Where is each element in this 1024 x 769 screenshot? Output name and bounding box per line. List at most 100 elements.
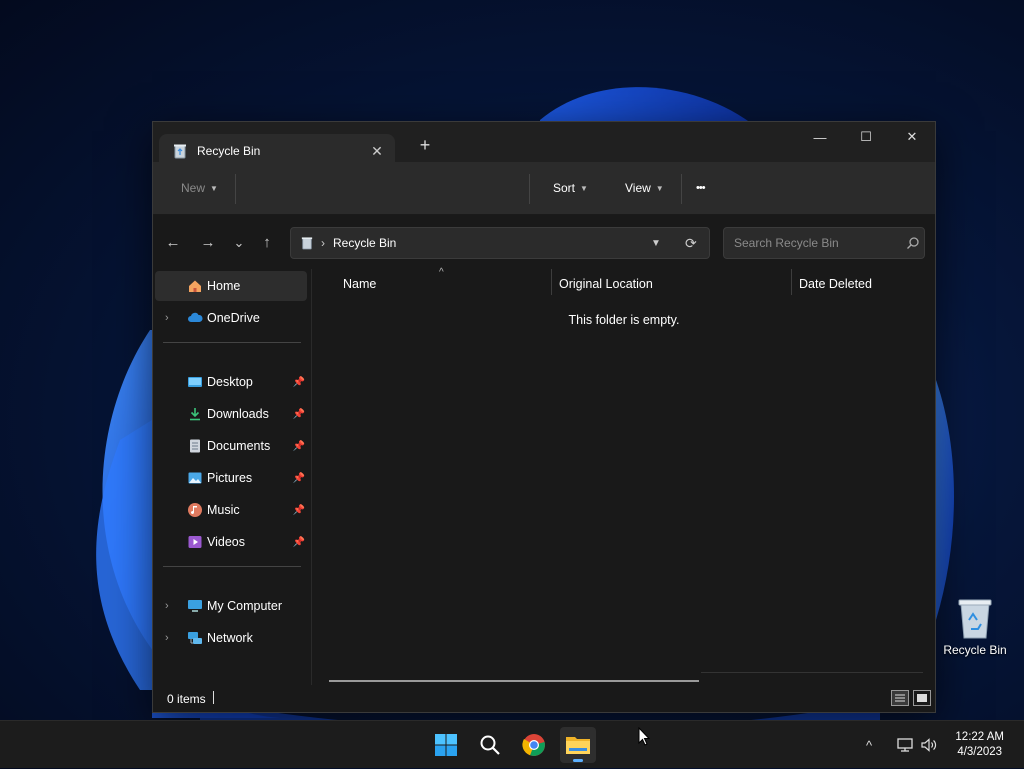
network-icon	[188, 632, 202, 644]
active-app-indicator	[573, 759, 583, 762]
pin-icon: 📌	[292, 408, 305, 420]
scrollbar-track	[701, 672, 923, 673]
column-header-name[interactable]: Name	[343, 277, 376, 291]
taskbar: ^ 12:22 AM 4/3/2023	[0, 720, 1024, 768]
status-divider	[213, 691, 214, 704]
search-box[interactable]	[723, 227, 925, 259]
sidebar-item-label: Documents	[207, 439, 271, 453]
desktop-icon-label: Recycle Bin	[943, 643, 1007, 657]
tab-title: Recycle Bin	[197, 144, 261, 158]
sidebar-item-onedrive[interactable]: › OneDrive	[155, 303, 307, 333]
sidebar-item-desktop[interactable]: Desktop 📌	[155, 367, 307, 397]
empty-folder-message: This folder is empty.	[568, 313, 680, 327]
sidebar-item-documents[interactable]: Documents 📌	[155, 431, 307, 461]
sort-ascending-icon: ^	[439, 267, 444, 278]
sort-button-label: Sort	[553, 181, 576, 195]
sidebar-item-label: Videos	[207, 535, 245, 549]
mouse-pointer-icon	[638, 727, 650, 746]
item-count: 0 items	[167, 692, 206, 706]
list-view-icon	[895, 694, 905, 702]
new-tab-button[interactable]: +	[415, 134, 435, 156]
horizontal-scrollbar[interactable]	[329, 680, 699, 682]
close-button[interactable]: ✕	[889, 122, 935, 152]
command-bar: New ▼ Sort ▼ View ▼ •••	[153, 162, 935, 215]
chevron-right-icon[interactable]: ›	[165, 632, 169, 644]
desktop-icon	[188, 377, 202, 387]
column-divider[interactable]	[551, 269, 552, 295]
column-divider[interactable]	[791, 269, 792, 295]
pin-icon: 📌	[292, 504, 305, 516]
toolbar-divider	[681, 174, 682, 204]
volume-tray-icon[interactable]	[920, 721, 938, 769]
view-button[interactable]: View ▼	[625, 162, 664, 214]
pane-splitter[interactable]	[311, 269, 312, 685]
sidebar-item-downloads[interactable]: Downloads 📌	[155, 399, 307, 429]
maximize-button[interactable]: ☐	[843, 122, 889, 152]
navigation-pane: Home › OneDrive Desktop 📌 Downloads 📌 Do…	[153, 269, 311, 685]
computer-icon	[188, 600, 202, 612]
recent-locations-button[interactable]: ⌄	[229, 233, 249, 253]
title-bar[interactable]: Recycle Bin ✕ + — ☐ ✕	[153, 122, 935, 168]
taskbar-search-button[interactable]	[472, 727, 508, 763]
view-button-label: View	[625, 181, 651, 195]
sidebar-item-home[interactable]: Home	[155, 271, 307, 301]
sidebar-divider	[163, 566, 301, 567]
breadcrumb-recycle-bin[interactable]: Recycle Bin	[333, 236, 396, 250]
start-button[interactable]	[428, 727, 464, 763]
network-tray-icon[interactable]	[896, 721, 914, 769]
chevron-right-icon[interactable]: ›	[165, 312, 169, 324]
address-bar[interactable]: › Recycle Bin ▼ ⟳	[290, 227, 710, 259]
search-icon[interactable]	[906, 236, 920, 250]
more-options-button[interactable]: •••	[696, 162, 706, 214]
desktop-icon-recycle-bin[interactable]: Recycle Bin	[942, 596, 1008, 657]
chevron-right-icon[interactable]: ›	[165, 600, 169, 612]
taskbar-chrome[interactable]	[516, 727, 552, 763]
taskbar-file-explorer[interactable]	[560, 727, 596, 763]
sidebar-item-label: Music	[207, 503, 240, 517]
sidebar-item-label: Home	[207, 279, 241, 293]
chevron-down-icon: ▼	[210, 183, 218, 193]
file-list: ^ Name Original Location Date Deleted Th…	[313, 267, 935, 685]
details-view-button[interactable]	[891, 690, 909, 706]
tile-view-icon	[917, 694, 927, 702]
music-icon	[188, 503, 202, 517]
pin-icon: 📌	[292, 440, 305, 452]
close-tab-icon[interactable]: ✕	[363, 143, 391, 160]
status-bar: 0 items	[153, 686, 935, 712]
sidebar-item-network[interactable]: › Network	[155, 623, 307, 653]
show-hidden-icons-button[interactable]: ^	[866, 721, 872, 769]
new-button[interactable]: New ▼	[181, 162, 218, 214]
sidebar-item-music[interactable]: Music 📌	[155, 495, 307, 525]
back-button[interactable]: ←	[163, 233, 183, 253]
navigation-bar: ← → ⌄ ↑ › Recycle Bin ▼ ⟳	[153, 215, 935, 269]
sidebar-item-pictures[interactable]: Pictures 📌	[155, 463, 307, 493]
download-icon	[190, 408, 200, 421]
refresh-icon[interactable]: ⟳	[685, 235, 697, 252]
up-button[interactable]: ↑	[257, 233, 277, 253]
folder-icon	[566, 737, 590, 754]
column-header-date-deleted[interactable]: Date Deleted	[799, 277, 872, 291]
breadcrumb-separator: ›	[321, 236, 325, 250]
pin-icon: 📌	[292, 376, 305, 388]
recycle-bin-icon	[174, 144, 186, 159]
sort-button[interactable]: Sort ▼	[553, 162, 588, 214]
clock-time: 12:22 AM	[955, 731, 1004, 743]
chevron-down-icon[interactable]: ▼	[651, 238, 661, 249]
tiles-view-button[interactable]	[913, 690, 931, 706]
recycle-bin-icon	[958, 599, 992, 639]
sidebar-item-my-computer[interactable]: › My Computer	[155, 591, 307, 621]
minimize-button[interactable]: —	[797, 122, 843, 152]
new-button-label: New	[181, 181, 206, 195]
sidebar-item-label: Downloads	[207, 407, 269, 421]
search-icon	[480, 735, 500, 755]
picture-icon	[188, 472, 202, 484]
document-icon	[190, 439, 200, 453]
sidebar-item-videos[interactable]: Videos 📌	[155, 527, 307, 557]
forward-button[interactable]: →	[198, 233, 218, 253]
system-clock[interactable]: 12:22 AM 4/3/2023	[955, 730, 1004, 760]
chrome-icon	[522, 734, 545, 756]
sidebar-item-label: Desktop	[207, 375, 253, 389]
recycle-bin-icon	[301, 237, 313, 250]
column-header-original-location[interactable]: Original Location	[559, 277, 653, 291]
search-input[interactable]	[732, 235, 896, 251]
